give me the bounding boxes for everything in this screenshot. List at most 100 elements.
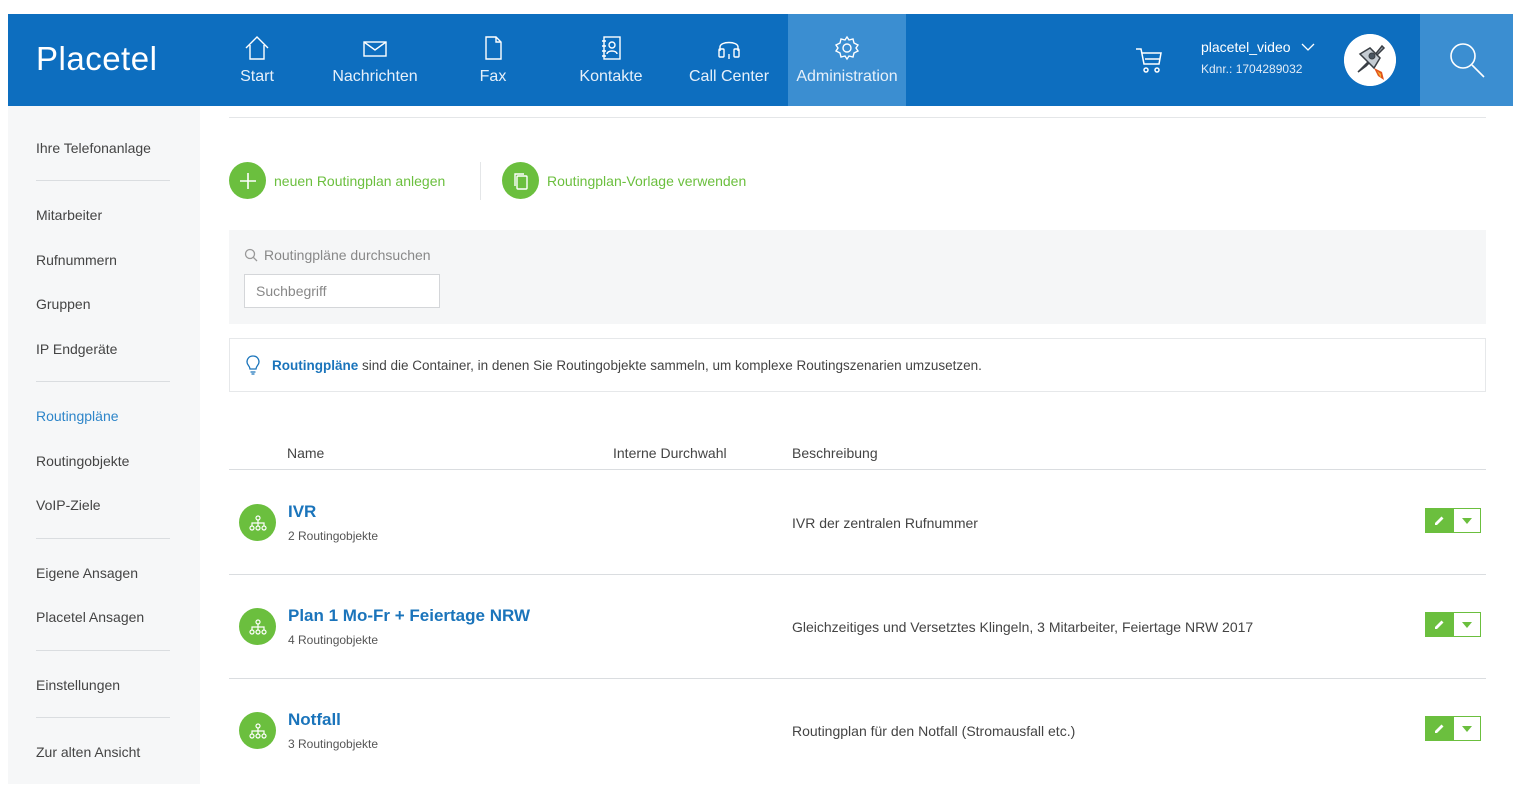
- routing-plan-object-count: 3 Routingobjekte: [288, 737, 379, 751]
- nav-start[interactable]: Start: [198, 14, 316, 106]
- content-divider: [229, 117, 1486, 118]
- sidebar-item-einstellungen[interactable]: Einstellungen: [36, 677, 120, 693]
- column-description[interactable]: Beschreibung: [792, 445, 878, 461]
- sidebar-item-routingplaene[interactable]: Routingpläne: [36, 408, 119, 424]
- table-row[interactable]: Notfall 3 Routingobjekte Routingplan für…: [229, 679, 1486, 783]
- app-frame: Placetel Start Nachrichten Fax Kontakte …: [8, 14, 1513, 784]
- column-extension[interactable]: Interne Durchwahl: [613, 445, 727, 461]
- edit-button[interactable]: [1425, 612, 1453, 637]
- chevron-down-icon: [1301, 43, 1314, 51]
- table-row[interactable]: Plan 1 Mo-Fr + Feiertage NRW 4 Routingob…: [229, 575, 1486, 679]
- info-link[interactable]: Routingpläne: [272, 358, 358, 373]
- home-icon: [245, 36, 269, 60]
- top-navigation-bar: Placetel Start Nachrichten Fax Kontakte …: [8, 14, 1513, 106]
- sidebar-item-rufnummern[interactable]: Rufnummern: [36, 252, 117, 268]
- nav-call-center[interactable]: Call Center: [670, 14, 788, 106]
- main-nav: Start Nachrichten Fax Kontakte Call Cent…: [198, 14, 906, 106]
- routing-plan-icon: [239, 608, 276, 645]
- info-box: Routingpläne sind die Container, in dene…: [229, 338, 1486, 392]
- sidebar-item-eigene-ansagen[interactable]: Eigene Ansagen: [36, 565, 138, 581]
- edit-button[interactable]: [1425, 716, 1453, 741]
- sidebar-item-gruppen[interactable]: Gruppen: [36, 296, 90, 312]
- new-routing-plan-button[interactable]: neuen Routingplan anlegen: [229, 162, 445, 199]
- edit-button[interactable]: [1425, 508, 1453, 533]
- lightbulb-icon: [246, 355, 260, 375]
- routing-plan-object-count: 4 Routingobjekte: [288, 633, 379, 647]
- global-search-button[interactable]: [1420, 14, 1513, 106]
- routing-plan-description: Routingplan für den Notfall (Stromausfal…: [792, 723, 1076, 739]
- sidebar-divider: [36, 180, 170, 181]
- search-icon: [244, 248, 258, 262]
- routing-plan-object-count: 2 Routingobjekte: [288, 529, 379, 543]
- row-actions: [1425, 508, 1481, 533]
- sidebar-item-voip-ziele[interactable]: VoIP-Ziele: [36, 497, 101, 513]
- caret-down-icon: [1462, 621, 1472, 628]
- search-panel: Routingpläne durchsuchen: [229, 230, 1486, 324]
- user-menu[interactable]: placetel_video Kdnr.: 1704289032: [1201, 39, 1315, 76]
- rocket-icon: [1344, 34, 1396, 86]
- placetel-logo[interactable]: Placetel: [36, 40, 157, 78]
- cart-icon[interactable]: [1134, 44, 1164, 76]
- caret-down-icon: [1462, 725, 1472, 732]
- routing-plan-name[interactable]: Plan 1 Mo-Fr + Feiertage NRW: [288, 606, 530, 626]
- routing-plan-description: IVR der zentralen Rufnummer: [792, 515, 978, 531]
- sidebar-item-alte-ansicht[interactable]: Zur alten Ansicht: [36, 744, 140, 760]
- nav-kontakte[interactable]: Kontakte: [552, 14, 670, 106]
- sidebar-item-telefonanlage[interactable]: Ihre Telefonanlage: [36, 140, 151, 156]
- copy-icon: [502, 162, 539, 199]
- search-title-text: Routingpläne durchsuchen: [264, 247, 431, 263]
- nav-fax[interactable]: Fax: [434, 14, 552, 106]
- envelope-icon: [363, 41, 387, 57]
- column-name[interactable]: Name: [287, 445, 324, 461]
- table-row[interactable]: IVR 2 Routingobjekte IVR der zentralen R…: [229, 471, 1486, 575]
- action-divider: [480, 162, 481, 200]
- nav-start-label: Start: [240, 68, 274, 85]
- avatar[interactable]: [1344, 34, 1396, 86]
- nav-nachrichten[interactable]: Nachrichten: [316, 14, 434, 106]
- sidebar: Ihre Telefonanlage Mitarbeiter Rufnummer…: [8, 106, 200, 784]
- routing-plan-icon: [239, 504, 276, 541]
- info-text: Routingpläne sind die Container, in dene…: [272, 358, 982, 373]
- routing-plan-name[interactable]: IVR: [288, 502, 316, 522]
- sidebar-item-ip-endgeraete[interactable]: IP Endgeräte: [36, 341, 117, 357]
- contacts-icon: [602, 36, 621, 60]
- customer-number: Kdnr.: 1704289032: [1201, 62, 1303, 76]
- caret-down-icon: [1462, 517, 1472, 524]
- pencil-icon: [1434, 620, 1443, 629]
- row-menu-dropdown[interactable]: [1453, 612, 1481, 637]
- nav-administration[interactable]: Administration: [788, 14, 906, 106]
- gear-icon: [834, 35, 860, 61]
- nav-administration-label: Administration: [796, 68, 898, 85]
- plus-icon: [229, 162, 266, 199]
- sidebar-item-routingobjekte[interactable]: Routingobjekte: [36, 453, 129, 469]
- routing-plan-name[interactable]: Notfall: [288, 710, 341, 730]
- sidebar-divider: [36, 538, 170, 539]
- sidebar-divider: [36, 650, 170, 651]
- user-name-row: placetel_video: [1201, 39, 1315, 55]
- nav-fax-label: Fax: [479, 68, 507, 85]
- nav-nachrichten-label: Nachrichten: [332, 68, 418, 85]
- use-template-label: Routingplan-Vorlage verwenden: [547, 172, 747, 189]
- row-menu-dropdown[interactable]: [1453, 508, 1481, 533]
- headset-icon: [718, 41, 740, 59]
- sidebar-divider: [36, 381, 170, 382]
- info-body: sind die Container, in denen Sie Routing…: [362, 357, 982, 373]
- sidebar-item-placetel-ansagen[interactable]: Placetel Ansagen: [36, 609, 144, 625]
- search-icon: [1449, 43, 1485, 78]
- new-routing-plan-label: neuen Routingplan anlegen: [274, 172, 446, 189]
- document-icon: [485, 36, 502, 60]
- row-actions: [1425, 716, 1481, 741]
- search-input[interactable]: [244, 274, 440, 308]
- row-menu-dropdown[interactable]: [1453, 716, 1481, 741]
- sidebar-divider: [36, 717, 170, 718]
- use-template-button[interactable]: Routingplan-Vorlage verwenden: [502, 162, 746, 199]
- pencil-icon: [1434, 724, 1443, 733]
- row-actions: [1425, 612, 1481, 637]
- table-header: Name Interne Durchwahl Beschreibung: [229, 442, 1486, 470]
- nav-kontakte-label: Kontakte: [579, 68, 643, 85]
- pencil-icon: [1434, 516, 1443, 525]
- search-title: Routingpläne durchsuchen: [244, 247, 431, 263]
- sidebar-item-mitarbeiter[interactable]: Mitarbeiter: [36, 207, 102, 223]
- routing-plan-icon: [239, 712, 276, 749]
- nav-call-center-label: Call Center: [688, 68, 770, 85]
